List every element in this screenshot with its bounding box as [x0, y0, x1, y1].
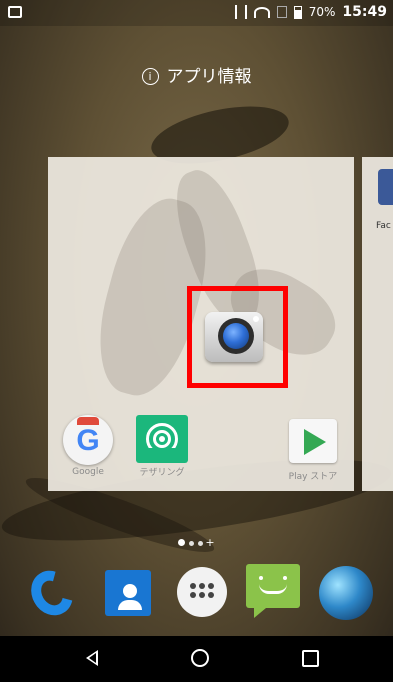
next-page-preview[interactable]: Fac	[362, 157, 393, 491]
battery-icon	[293, 5, 302, 19]
home-icon[interactable]	[191, 649, 209, 667]
google-icon: G	[63, 415, 113, 465]
navigation-bar	[0, 636, 393, 682]
app-label: Google	[72, 467, 104, 477]
vibrate-icon	[234, 5, 247, 19]
home-screen: 70% 15:49 i アプリ情報 G Google テザリング Play ストア	[0, 0, 393, 682]
add-page-icon: +	[205, 536, 217, 549]
contacts-icon[interactable]	[103, 564, 159, 620]
battery-percent: 70%	[308, 5, 336, 19]
wifi-icon	[253, 6, 270, 18]
camera-icon[interactable]	[205, 306, 265, 366]
page-dot	[198, 541, 204, 546]
info-icon: i	[141, 68, 159, 85]
app-label: テザリング	[139, 468, 185, 478]
next-app-label: Fac	[376, 221, 391, 231]
play-store-icon	[289, 419, 337, 463]
status-bar: 70% 15:49	[0, 0, 393, 26]
page-dot-current	[178, 539, 186, 546]
page-dot	[189, 541, 195, 546]
recents-icon[interactable]	[302, 650, 319, 667]
gallery-icon	[8, 6, 22, 18]
back-icon[interactable]	[86, 650, 98, 666]
tethering-icon	[136, 415, 188, 463]
app-label: Play ストア	[288, 472, 338, 482]
page-indicator: +	[0, 536, 393, 549]
messaging-icon[interactable]	[246, 564, 302, 620]
clock: 15:49	[342, 4, 387, 20]
app-info-drop-target[interactable]: i アプリ情報	[0, 62, 393, 87]
no-sim-icon	[276, 6, 287, 18]
google-app[interactable]: G Google	[53, 415, 123, 477]
play-store-app[interactable]: Play ストア	[278, 419, 348, 482]
dock	[0, 563, 393, 624]
phone-icon[interactable]	[23, 563, 81, 623]
tethering-app[interactable]: テザリング	[127, 415, 197, 478]
app-info-label: アプリ情報	[166, 67, 252, 87]
browser-icon[interactable]	[318, 564, 374, 620]
app-drawer-icon[interactable]	[174, 564, 230, 620]
facebook-icon	[378, 169, 393, 205]
